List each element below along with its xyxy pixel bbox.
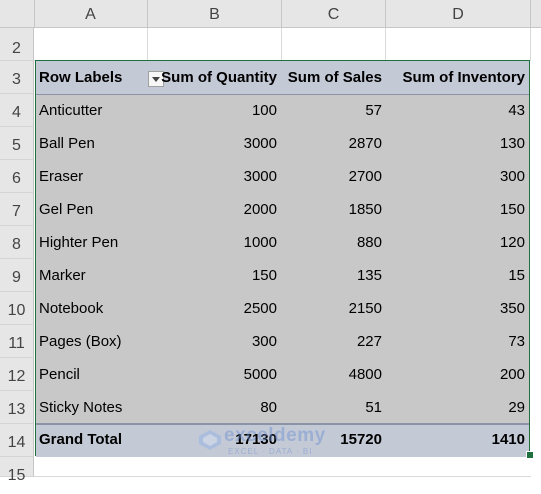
item-sales: 135 <box>356 267 382 284</box>
item-inventory: 120 <box>499 234 525 251</box>
row-labels-header: Row Labels <box>39 69 123 86</box>
item-quantity: 2000 <box>243 201 277 218</box>
cell-d2[interactable] <box>386 28 531 61</box>
item-sales: 4800 <box>348 366 382 383</box>
cell-a2[interactable] <box>34 28 148 61</box>
row-header-12[interactable]: 12 <box>0 358 34 391</box>
item-sales: 57 <box>365 102 382 119</box>
pivot-row[interactable]: Gel Pen 2000 1850 150 <box>36 193 529 226</box>
item-inventory: 130 <box>499 135 525 152</box>
pivot-row[interactable]: Pages (Box) 300 227 73 <box>36 325 529 358</box>
item-inventory: 43 <box>508 102 525 119</box>
column-header-c[interactable]: C <box>282 0 386 27</box>
spreadsheet: A B C D 2 3 4 5 6 7 8 9 10 11 12 13 14 1… <box>0 0 541 484</box>
sum-inventory-header: Sum of Inventory <box>402 69 525 86</box>
item-label: Pages (Box) <box>39 333 122 350</box>
pivot-row[interactable]: Pencil 5000 4800 200 <box>36 358 529 391</box>
row-header-9[interactable]: 9 <box>0 259 34 292</box>
column-header-bar: A B C D <box>0 0 541 28</box>
item-quantity: 150 <box>251 267 277 284</box>
row-header-8[interactable]: 8 <box>0 226 34 259</box>
pivot-table[interactable]: Row Labels Sum of Quantity Sum of Sales … <box>35 60 530 457</box>
item-label: Anticutter <box>39 102 103 119</box>
pivot-row[interactable]: Ball Pen 3000 2870 130 <box>36 127 529 160</box>
item-inventory: 150 <box>499 201 525 218</box>
pivot-row[interactable]: Eraser 3000 2700 300 <box>36 160 529 193</box>
item-sales: 51 <box>365 399 382 416</box>
cell-c2[interactable] <box>282 28 386 61</box>
pivot-row[interactable]: Anticutter 100 57 43 <box>36 94 529 127</box>
item-label: Gel Pen <box>39 201 94 218</box>
item-label: Highter Pen <box>39 234 119 251</box>
fill-handle[interactable] <box>526 451 534 459</box>
item-quantity: 300 <box>251 333 277 350</box>
column-header-a[interactable]: A <box>34 0 148 27</box>
item-label: Sticky Notes <box>39 399 123 416</box>
item-quantity: 80 <box>260 399 277 416</box>
pivot-row[interactable]: Notebook 2500 2150 350 <box>36 292 529 325</box>
item-sales: 227 <box>356 333 382 350</box>
row-header-3[interactable]: 3 <box>0 61 34 94</box>
item-quantity: 2500 <box>243 300 277 317</box>
item-label: Ball Pen <box>39 135 95 152</box>
item-sales: 2700 <box>348 168 382 185</box>
item-inventory: 200 <box>499 366 525 383</box>
pivot-header-row: Row Labels Sum of Quantity Sum of Sales … <box>36 61 529 95</box>
grand-total-quantity: 17130 <box>235 431 277 448</box>
item-quantity: 5000 <box>243 366 277 383</box>
column-header-b[interactable]: B <box>148 0 282 27</box>
item-inventory: 29 <box>508 399 525 416</box>
grand-total-label: Grand Total <box>39 431 123 448</box>
row-header-14[interactable]: 14 <box>0 424 34 457</box>
row-header-5[interactable]: 5 <box>0 127 34 160</box>
row-15-cells[interactable] <box>34 457 531 477</box>
item-label: Eraser <box>39 168 84 185</box>
item-inventory: 15 <box>508 267 525 284</box>
item-quantity: 3000 <box>243 168 277 185</box>
item-sales: 2870 <box>348 135 382 152</box>
item-quantity: 3000 <box>243 135 277 152</box>
item-label: Marker <box>39 267 86 284</box>
cell-b2[interactable] <box>148 28 282 61</box>
item-inventory: 350 <box>499 300 525 317</box>
item-inventory: 73 <box>508 333 525 350</box>
select-all-corner[interactable] <box>0 0 35 27</box>
row-header-7[interactable]: 7 <box>0 193 34 226</box>
row-header-6[interactable]: 6 <box>0 160 34 193</box>
pivot-row[interactable]: Marker 150 135 15 <box>36 259 529 292</box>
item-label: Pencil <box>39 366 80 383</box>
row-header-2[interactable]: 2 <box>0 28 34 61</box>
row-header-11[interactable]: 11 <box>0 325 34 358</box>
grand-total-sales: 15720 <box>340 431 382 448</box>
item-sales: 1850 <box>348 201 382 218</box>
item-quantity: 1000 <box>243 234 277 251</box>
pivot-row[interactable]: Sticky Notes 80 51 29 <box>36 391 529 424</box>
item-label: Notebook <box>39 300 104 317</box>
grand-total-row[interactable]: Grand Total 17130 15720 1410 <box>36 423 529 457</box>
sum-sales-header: Sum of Sales <box>287 69 382 86</box>
row-header-10[interactable]: 10 <box>0 292 34 325</box>
grand-total-inventory: 1410 <box>491 431 525 448</box>
row-header-4[interactable]: 4 <box>0 94 34 127</box>
sum-quantity-header: Sum of Quantity <box>161 69 277 86</box>
pivot-row[interactable]: Highter Pen 1000 880 120 <box>36 226 529 259</box>
item-quantity: 100 <box>251 102 277 119</box>
item-inventory: 300 <box>499 168 525 185</box>
row-header-15[interactable]: 15 <box>0 457 34 484</box>
item-sales: 2150 <box>348 300 382 317</box>
item-sales: 880 <box>356 234 382 251</box>
row-header-13[interactable]: 13 <box>0 391 34 424</box>
column-header-d[interactable]: D <box>386 0 531 27</box>
